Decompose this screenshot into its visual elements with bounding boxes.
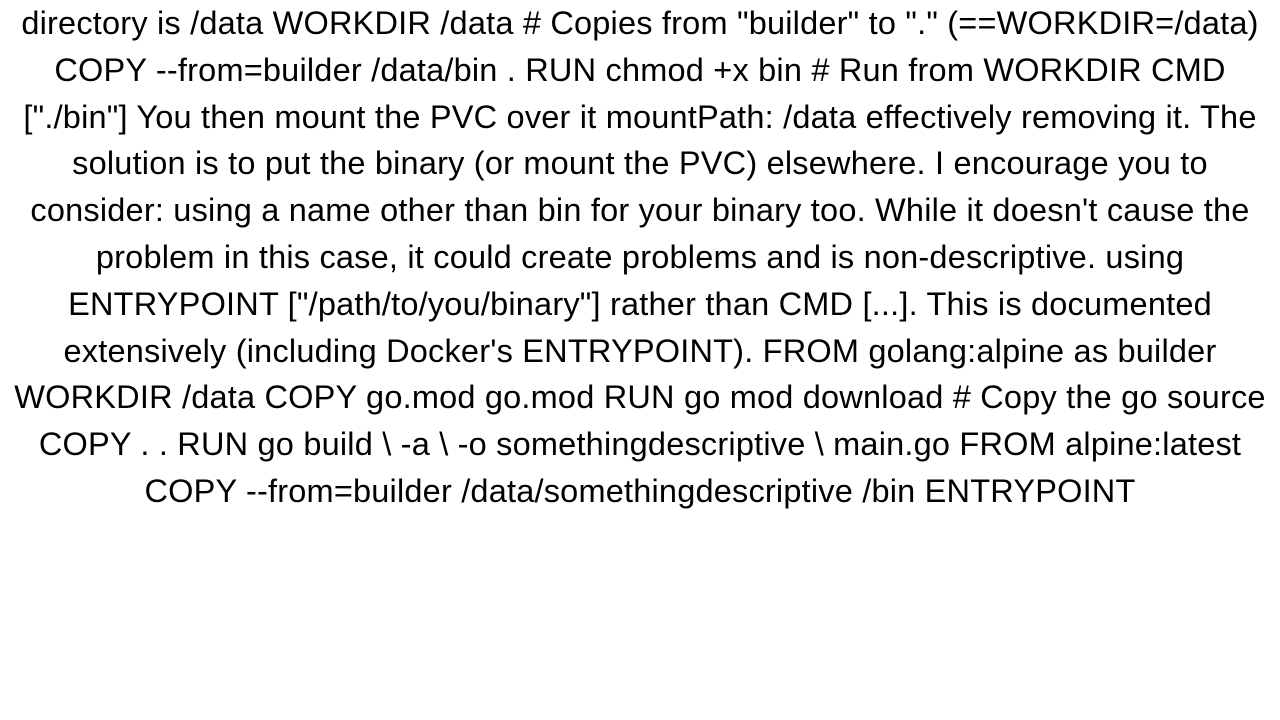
- document-body: directory is /data WORKDIR /data # Copie…: [0, 0, 1280, 515]
- body-text: directory is /data WORKDIR /data # Copie…: [14, 5, 1265, 509]
